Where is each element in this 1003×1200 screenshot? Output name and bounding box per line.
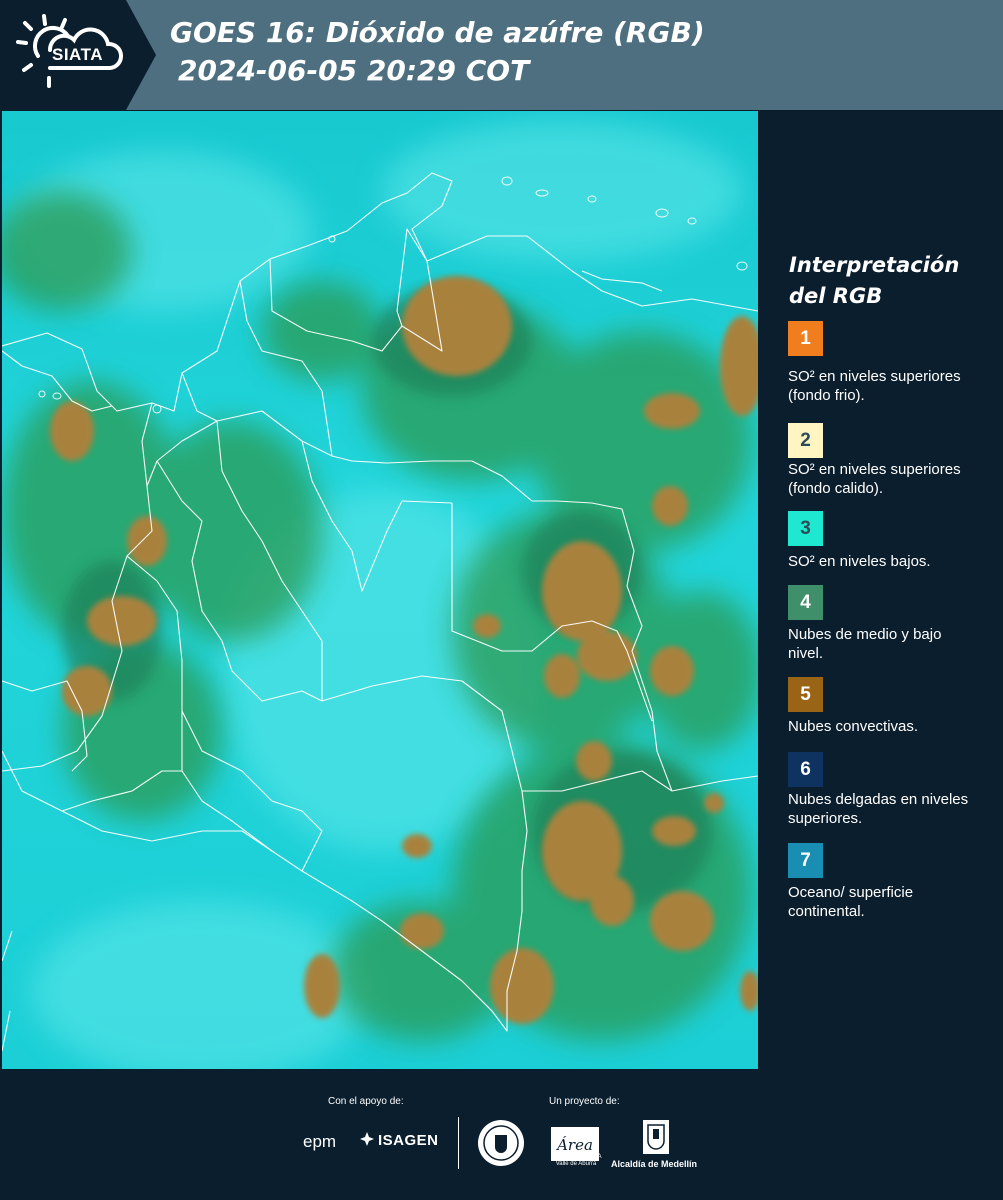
project-caption: Un proyecto de: [549,1096,620,1107]
page-timestamp: 2024-06-05 20:29 COT [178,54,530,87]
satellite-map-image [2,111,758,1069]
legend-number: 5 [800,683,811,705]
header-bar: SIATA GOES 16: Dióxido de azúfre (RGB) 2… [0,0,1003,110]
legend-swatch-6: 6 [788,752,823,787]
support-caption: Con el apoyo de: [328,1096,404,1107]
isagen-logo-text: ISAGEN [378,1132,439,1149]
area-metropolitana-subtitle: METROPOLITANA Valle de Aburrá [550,1154,602,1167]
legend-label-3: SO² en niveles bajos. [788,553,931,570]
university-seal-icon [478,1120,524,1166]
legend-number: 2 [800,429,811,451]
siata-logo-text: SIATA [52,45,103,64]
legend-number: 1 [800,327,811,349]
legend-swatch-4: 4 [788,585,823,620]
svg-text:Área: Área [555,1136,593,1154]
legend-swatch-1: 1 [788,321,823,356]
page-title: GOES 16: Dióxido de azúfre (RGB) [170,16,705,49]
legend-swatch-3: 3 [788,511,823,546]
legend-label-2: SO² en niveles superiores (fondo calido)… [788,461,961,497]
legend-title: Interpretación del RGB [789,253,960,308]
legend-swatch-2: 2 [788,423,823,458]
isagen-star-icon [360,1132,374,1146]
legend-label-6: Nubes delgadas en niveles superiores. [788,791,969,827]
logo-panel: SIATA [0,0,156,110]
legend-label-7: Oceano/ superficie continental. [788,884,914,920]
footer-divider [458,1117,459,1169]
legend-number: 6 [800,758,811,780]
legend-panel: Interpretación del RGB 1 SO² en niveles s… [760,110,1003,1068]
legend-number: 4 [800,591,811,613]
alcaldia-shield-icon [643,1120,669,1154]
legend-label-5: Nubes convectivas. [788,718,919,735]
satellite-map [2,111,758,1069]
alcaldia-logo-text: Alcaldía de Medellín [611,1159,698,1169]
legend-swatch-7: 7 [788,843,823,878]
legend-swatch-5: 5 [788,677,823,712]
epm-logo: epm [303,1132,337,1151]
footer: Con el apoyo de: Un proyecto de: epm ISA… [0,1069,1003,1200]
isagen-logo: ISAGEN [378,1132,439,1149]
legend-number: 7 [800,849,811,871]
legend-label-1: SO² en niveles superiores (fondo frio). [788,368,961,404]
legend-number: 3 [800,517,811,539]
legend-label-4: Nubes de medio y bajo nivel. [788,626,942,662]
